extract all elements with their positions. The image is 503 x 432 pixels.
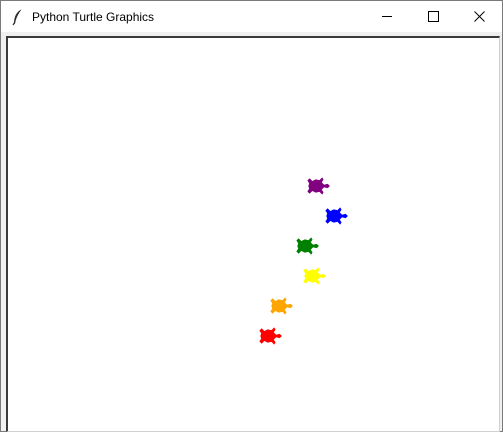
- maximize-icon: [427, 11, 439, 22]
- minimize-button[interactable]: [364, 1, 410, 32]
- maximize-button[interactable]: [410, 1, 456, 32]
- feather-icon: [12, 8, 23, 26]
- green-turtle: [296, 237, 319, 255]
- close-button[interactable]: [456, 1, 502, 32]
- close-icon: [473, 11, 485, 22]
- title-bar[interactable]: Python Turtle Graphics: [1, 1, 502, 32]
- minimize-icon: [381, 16, 392, 17]
- window-title: Python Turtle Graphics: [32, 10, 155, 24]
- turtle-window: Python Turtle Graphics: [0, 0, 503, 432]
- purple-turtle: [307, 177, 330, 195]
- orange-turtle: [270, 297, 293, 315]
- blue-turtle: [325, 207, 348, 225]
- turtle-drawing: [259, 177, 348, 345]
- red-turtle: [259, 327, 282, 345]
- turtle-canvas[interactable]: [6, 36, 500, 432]
- yellow-turtle: [303, 267, 326, 285]
